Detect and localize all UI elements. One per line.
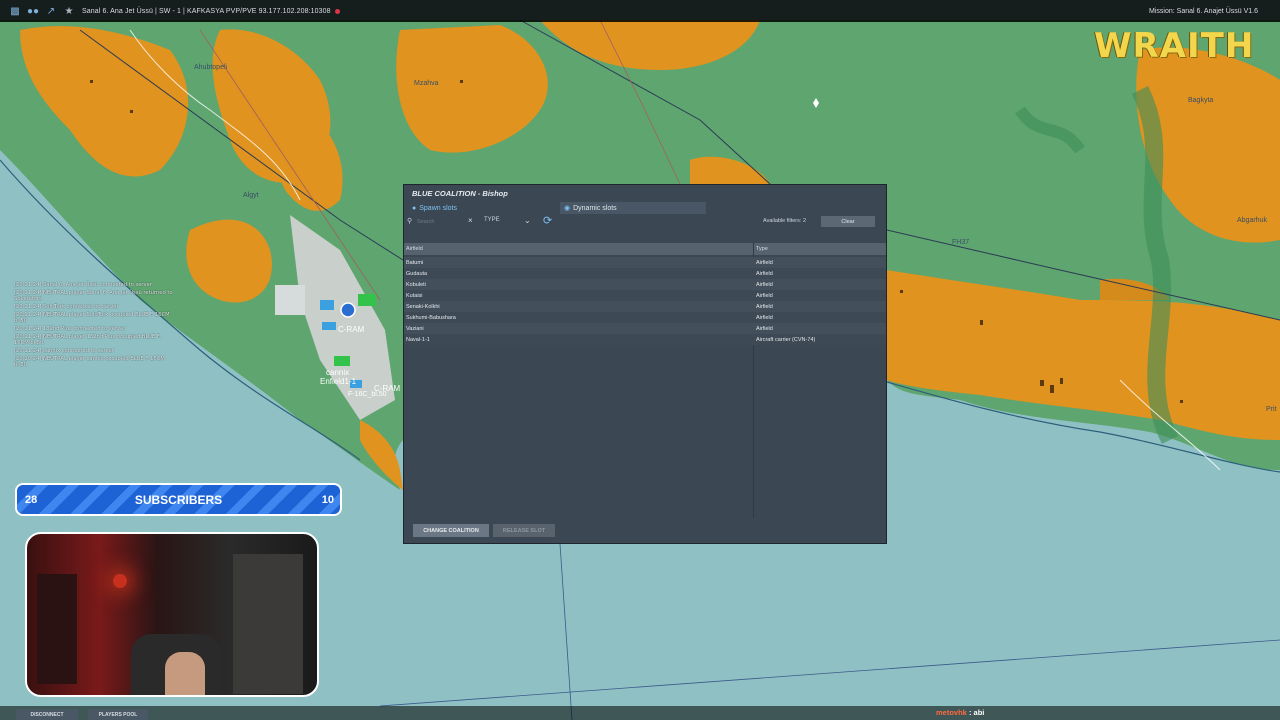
- tab-label: Dynamic slots: [573, 204, 617, 212]
- server-chat-log: [20:11:24] Sanal 6. Ana Jet Üssü connect…: [14, 282, 174, 371]
- airfield-name: Sukhumi-Babushara: [406, 315, 456, 321]
- chat-message: [20:11:24] 132nd Plus connected to serve…: [14, 325, 126, 332]
- clear-filters-button[interactable]: Clear: [821, 216, 875, 227]
- airfield-type: Aircraft carrier (CVN-74): [756, 337, 816, 343]
- tab-spawn-slots[interactable]: ● Spawn slots: [408, 202, 558, 214]
- map-label-town: Algyt: [243, 192, 259, 199]
- map-label-town: Abgarhuk: [1237, 217, 1267, 224]
- airfield-name: Kobuleti: [406, 282, 426, 288]
- map-label-unit[interactable]: F-16C_bl.50: [348, 391, 387, 398]
- subscriber-goal: 10: [321, 493, 334, 506]
- map-label-town: Prit: [1266, 406, 1277, 413]
- table-row[interactable]: Sukhumi-Babushara Airfield: [404, 312, 886, 323]
- table-row[interactable]: Batumi Airfield: [404, 257, 886, 268]
- table-row[interactable]: Gudauta Airfield: [404, 268, 886, 279]
- layers-icon[interactable]: ▩: [8, 4, 22, 18]
- chat-message: [20:11:24] NEUTRAL player Sanal 6. Ana J…: [14, 290, 173, 302]
- release-slot-button[interactable]: RELEASE SLOT: [493, 524, 555, 537]
- airfield-type: Airfield: [756, 315, 773, 321]
- tab-label: Spawn slots: [419, 204, 457, 212]
- chat-message: [20:11:24] NEUTRAL player 132nd Plus occ…: [14, 334, 162, 346]
- dialog-title: BLUE COALITION - Bishop: [412, 189, 508, 198]
- chat-message: [20:10:24] NEUTRAL player cannix occupie…: [14, 356, 165, 368]
- chat-message: [20:11:24] Sanal 6. Ana Jet Üssü connect…: [14, 282, 152, 288]
- clear-search-icon[interactable]: ×: [468, 216, 473, 225]
- wraith-logo: WRAITH: [1094, 26, 1255, 66]
- airfield-name: Gudauta: [406, 271, 428, 277]
- search-input[interactable]: [417, 217, 465, 226]
- airfield-type: Airfield: [756, 326, 773, 332]
- table-row[interactable]: Kobuleti Airfield: [404, 279, 886, 290]
- players-icon[interactable]: ●●: [26, 4, 40, 18]
- stream-chat-message: metovhk : abi: [936, 708, 984, 717]
- players-pool-button[interactable]: PLAYERS POOL: [88, 709, 148, 720]
- chat-username: metovhk: [936, 708, 967, 717]
- column-airfield[interactable]: Airfield: [406, 246, 423, 252]
- map-label-town: Bagkyta: [1188, 97, 1214, 104]
- filter-bar: ⚲ × TYPE ⌄ ⟳ Available filters: 2 Clear: [404, 215, 886, 229]
- table-row[interactable]: Kutaisi Airfield: [404, 290, 886, 301]
- chat-message: [20:11:24] NEUTRAL player SoloTurk occup…: [14, 312, 170, 324]
- mission-name: Mission: Sanal 6. Anajet Üssü V1.6: [1149, 8, 1258, 15]
- chat-text: : abi: [968, 708, 985, 717]
- airfield-table: Batumi Airfield Gudauta Airfield Kobuleti A…: [404, 257, 886, 345]
- airfield-name: Kutaisi: [406, 293, 423, 299]
- airfield-type: Airfield: [756, 293, 773, 299]
- airfield-name: Batumi: [406, 260, 424, 266]
- airfield-type: Airfield: [756, 304, 773, 310]
- airfield-name: Senaki-Kolkhi: [406, 304, 440, 310]
- subscriber-label: SUBSCRIBERS: [134, 492, 223, 507]
- map-label-grid: FH37: [952, 239, 970, 246]
- column-type[interactable]: Type: [756, 246, 768, 252]
- tab-dynamic-slots[interactable]: ◉ Dynamic slots: [560, 202, 706, 214]
- people-icon: ●: [412, 204, 417, 212]
- slot-selection-dialog: BLUE COALITION - Bishop ● Spawn slots ◉ …: [403, 184, 887, 544]
- map-label-unit[interactable]: C-RAM: [338, 325, 364, 334]
- map-label-town: Ahubtopeli: [194, 64, 228, 71]
- table-row[interactable]: Vaziani Airfield: [404, 323, 886, 334]
- chevron-down-icon[interactable]: ⌄: [524, 216, 531, 225]
- map-label-unit[interactable]: Enfield1-1: [320, 377, 356, 386]
- dynamic-icon: ◉: [564, 205, 571, 212]
- change-coalition-button[interactable]: CHANGE COALITION: [413, 524, 489, 537]
- airfield-type: Airfield: [756, 260, 773, 266]
- table-row[interactable]: Naval-1-1 Aircraft carrier (CVN-74): [404, 334, 886, 345]
- stats-icon[interactable]: ↗: [44, 4, 58, 18]
- star-icon[interactable]: ★: [62, 4, 76, 18]
- available-filters: Available filters: 2: [763, 218, 807, 224]
- airfield-name: Naval-1-1: [406, 337, 430, 343]
- bottom-bar: DISCONNECT PLAYERS POOL: [0, 706, 1280, 720]
- chat-message: [20:11:24] cannix connected to server: [14, 347, 114, 354]
- table-row[interactable]: Senaki-Kolkhi Airfield: [404, 301, 886, 312]
- disconnect-button[interactable]: DISCONNECT: [16, 709, 78, 720]
- subscriber-goal-bar: 28 SUBSCRIBERS 10: [15, 483, 342, 516]
- record-icon: [334, 8, 340, 14]
- webcam-overlay: [25, 532, 319, 697]
- airfield-type: Airfield: [756, 271, 773, 277]
- airfield-type: Airfield: [756, 282, 773, 288]
- type-dropdown[interactable]: TYPE: [484, 217, 500, 223]
- refresh-icon[interactable]: ⟳: [543, 214, 552, 227]
- airfield-name: Vaziani: [406, 326, 424, 332]
- table-header: Airfield Type: [404, 243, 886, 255]
- map-label-unit[interactable]: cannix: [326, 368, 349, 377]
- server-info: Sanal 6. Ana Jet Üssü | SW - 1 | KAFKASY…: [82, 7, 331, 15]
- search-icon: ⚲: [407, 218, 413, 225]
- chat-message: [20:11:24] SoloTurk connected to server: [14, 303, 119, 310]
- map-label-town: Mzahva: [414, 80, 439, 87]
- top-bar: ▩ ●● ↗ ★ Sanal 6. Ana Jet Üssü | SW - 1 …: [0, 0, 1280, 22]
